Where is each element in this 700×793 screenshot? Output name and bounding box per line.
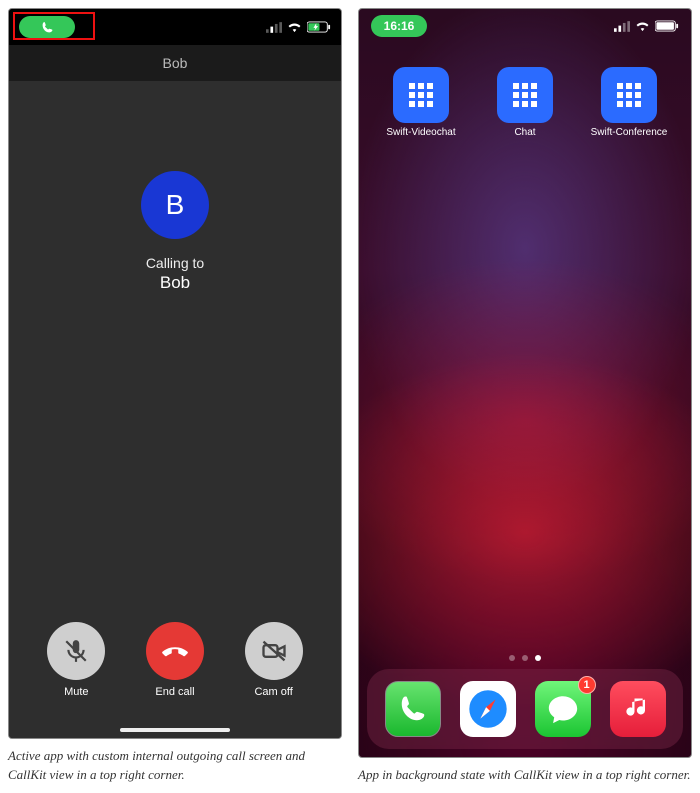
- app-chat[interactable]: Chat: [484, 67, 566, 138]
- grid-icon: [510, 80, 540, 110]
- calling-status-text: Calling to: [146, 255, 204, 271]
- camera-off-icon: [260, 637, 288, 665]
- hangup-icon: [160, 636, 190, 666]
- app-swift-videochat[interactable]: Swift-Videochat: [380, 67, 462, 138]
- app-label: Swift-Conference: [591, 127, 668, 138]
- dock-app-music[interactable]: [610, 681, 666, 737]
- status-icons-right: [614, 20, 679, 32]
- app-row: Swift-Videochat Chat Swift-Conference: [359, 67, 691, 138]
- page-dot: [509, 655, 515, 661]
- wifi-icon: [635, 21, 650, 32]
- end-call-button[interactable]: End call: [146, 622, 204, 698]
- dock-app-phone[interactable]: [385, 681, 441, 737]
- mute-icon-circle: [47, 622, 105, 680]
- app-tile-icon: [497, 67, 553, 123]
- messages-icon: [546, 692, 580, 726]
- call-controls: Mute End call Cam off: [9, 622, 341, 698]
- left-column: Bob B Calling to Bob Mute End call: [8, 8, 342, 785]
- phone-icon: [41, 21, 54, 34]
- avatar-initial: B: [166, 189, 185, 221]
- callee-name: Bob: [160, 273, 190, 293]
- dock-app-messages[interactable]: 1: [535, 681, 591, 737]
- call-header-title: Bob: [163, 55, 188, 71]
- right-caption: App in background state with CallKit vie…: [358, 766, 692, 785]
- home-indicator[interactable]: [120, 728, 230, 732]
- callkit-time-pill[interactable]: 16:16: [371, 15, 427, 37]
- page-dots[interactable]: [359, 655, 691, 661]
- status-bar: [9, 9, 341, 45]
- status-time: 16:16: [384, 19, 415, 33]
- page-dot: [522, 655, 528, 661]
- cellular-signal-icon: [266, 22, 282, 33]
- status-icons-right: [266, 21, 331, 33]
- messages-badge: 1: [578, 676, 596, 694]
- status-bar: 16:16: [359, 9, 691, 43]
- left-caption: Active app with custom internal outgoing…: [8, 747, 342, 785]
- app-label: Swift-Videochat: [386, 127, 455, 138]
- safari-icon: [465, 686, 511, 732]
- grid-icon: [406, 80, 436, 110]
- callkit-pill[interactable]: [19, 16, 75, 38]
- app-tile-icon: [601, 67, 657, 123]
- app-swift-conference[interactable]: Swift-Conference: [588, 67, 670, 138]
- camera-off-label: Cam off: [254, 686, 292, 698]
- badge-count: 1: [583, 679, 589, 691]
- call-header: Bob: [9, 45, 341, 81]
- callee-avatar: B: [141, 171, 209, 239]
- phone-icon: [398, 694, 428, 724]
- home-screen-phone: 16:16 Swift-Videochat Chat: [358, 8, 692, 758]
- camera-off-icon-circle: [245, 622, 303, 680]
- mute-button[interactable]: Mute: [47, 622, 105, 698]
- music-note-icon: [624, 695, 652, 723]
- end-call-icon-circle: [146, 622, 204, 680]
- mute-label: Mute: [64, 686, 88, 698]
- dock: 1: [367, 669, 683, 749]
- grid-icon: [614, 80, 644, 110]
- call-screen-phone: Bob B Calling to Bob Mute End call: [8, 8, 342, 739]
- wifi-icon: [287, 22, 302, 33]
- end-call-label: End call: [155, 686, 194, 698]
- cellular-signal-icon: [614, 21, 630, 32]
- app-tile-icon: [393, 67, 449, 123]
- app-label: Chat: [514, 127, 535, 138]
- battery-icon: [655, 20, 679, 32]
- right-column: 16:16 Swift-Videochat Chat: [358, 8, 692, 785]
- battery-charging-icon: [307, 21, 331, 33]
- page-dot-active: [535, 655, 541, 661]
- mic-off-icon: [63, 638, 89, 664]
- camera-off-button[interactable]: Cam off: [245, 622, 303, 698]
- dock-app-safari[interactable]: [460, 681, 516, 737]
